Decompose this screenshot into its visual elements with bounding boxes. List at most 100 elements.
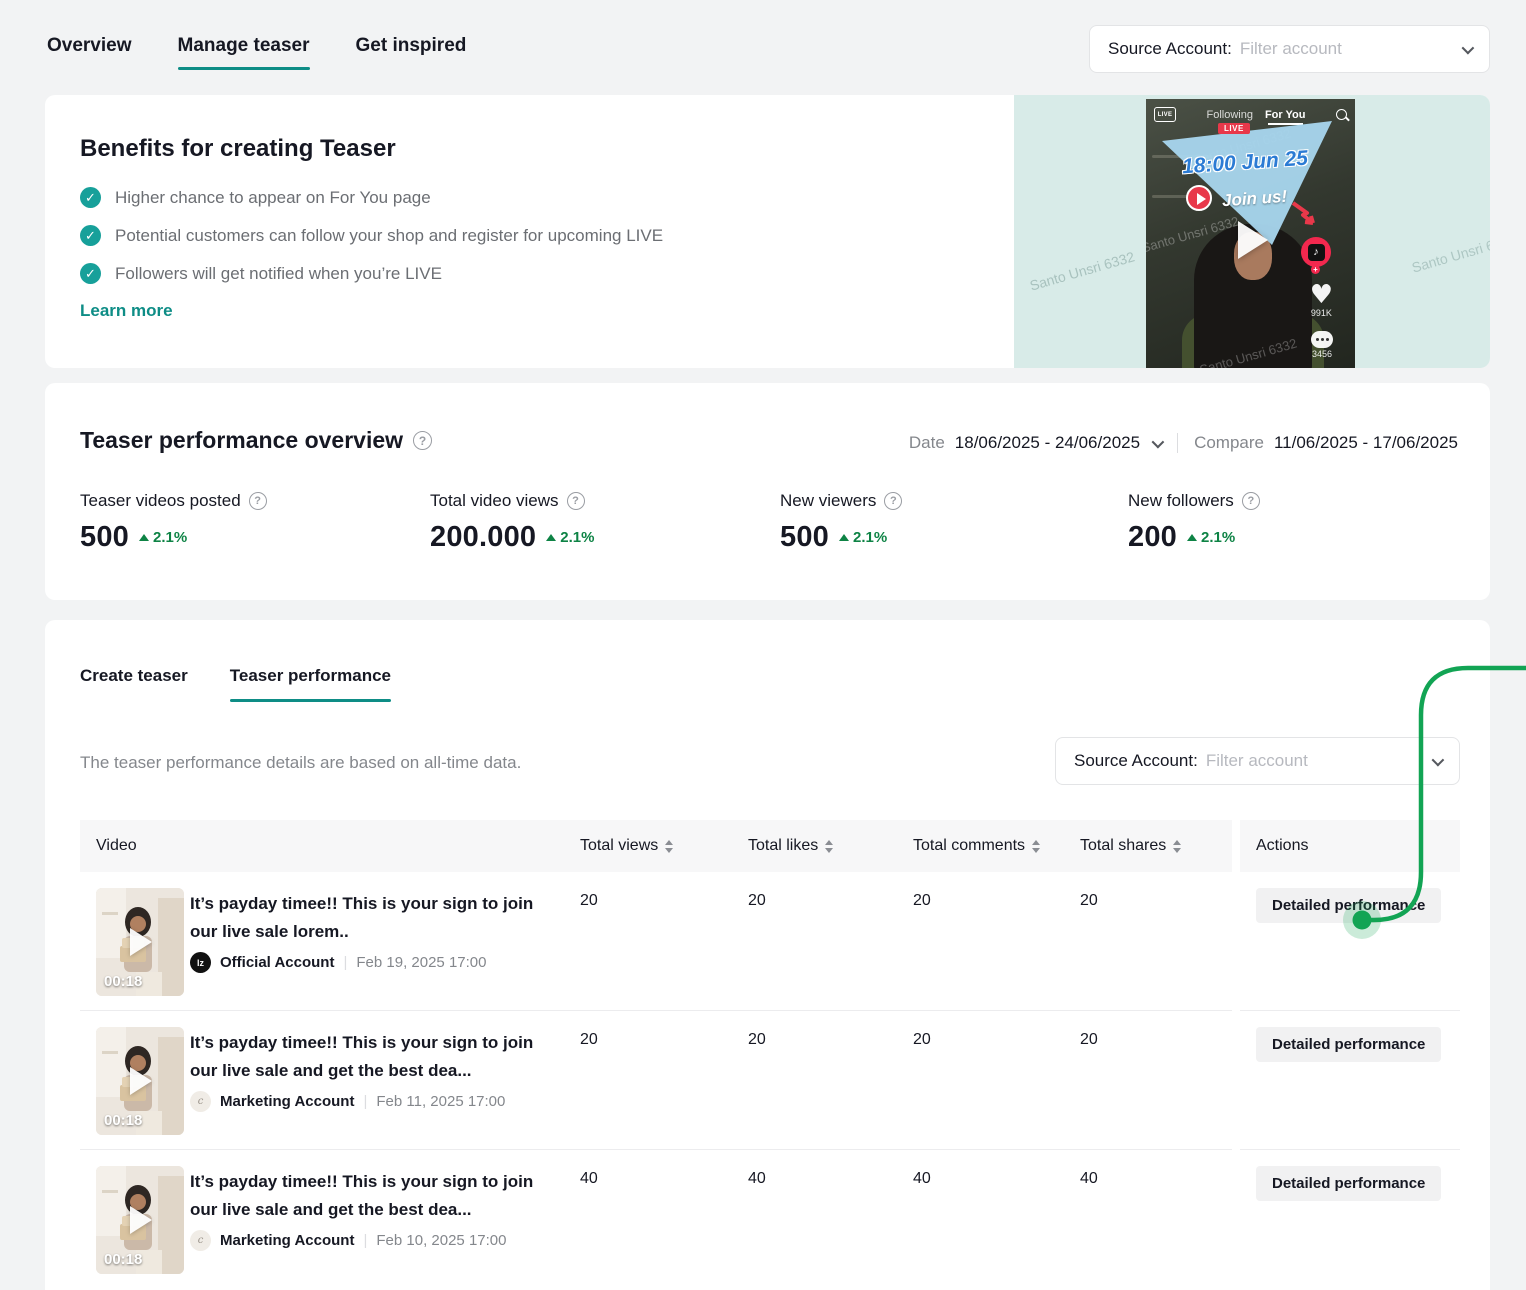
help-icon[interactable]: ? [884,492,903,510]
table-header-row: Video Total views Total likes Total comm… [80,820,1232,872]
date-label: Date [908,433,945,452]
account-avatar: lz [190,952,211,973]
play-icon[interactable] [1238,221,1268,259]
top-nav: Overview Manage teaser Get inspired [47,35,467,70]
video-title[interactable]: It’s payday timee!! This is your sign to… [190,1168,542,1224]
play-icon [130,1206,152,1234]
live-badge: LIVE [1218,123,1250,134]
actions-cell: Detailed performance [1240,1011,1460,1150]
heart-icon: ♥ [1309,280,1333,310]
source-account-select-top[interactable]: Source Account: Filter account [1089,25,1490,73]
learn-more-link[interactable]: Learn more [80,301,980,321]
like-count: 991K [1310,308,1332,318]
table-row: 00:18 It’s payday timee!! This is your s… [80,1150,1232,1289]
metrics-row: Teaser videos posted? 500 2.1% Total vid… [80,491,1460,571]
cell-total-shares: 20 [1080,892,1098,909]
video-title[interactable]: It’s payday timee!! This is your sign to… [190,890,542,946]
account-name: Marketing Account [220,1093,355,1110]
tiktok-logo-badge: ♪ [1301,237,1331,267]
teaser-table-card: Create teaser Teaser performance The tea… [45,620,1490,1290]
tab-create-teaser[interactable]: Create teaser [80,666,188,686]
cell-total-shares: 40 [1080,1170,1098,1187]
metric-teaser-videos-posted: Teaser videos posted? 500 2.1% [80,491,267,554]
chevron-down-icon [1461,41,1475,54]
date-range-value[interactable]: 18/06/2025 - 24/06/2025 [955,433,1140,453]
account-avatar: c [190,1091,211,1112]
comment-count: 3456 [1311,349,1333,359]
cell-total-comments: 20 [913,1031,931,1048]
divider [1177,433,1179,453]
detailed-performance-button[interactable]: Detailed performance [1256,1166,1442,1201]
metric-delta: 2.1% [853,529,888,546]
tab-overview[interactable]: Overview [47,35,132,57]
cell-total-likes: 20 [748,1031,766,1048]
compare-range-value: 11/06/2025 - 17/06/2025 [1273,433,1458,452]
comment-counter: 3456 [1311,331,1333,359]
watermark-text: Santo Unsri 6332 [1027,248,1137,294]
trend-up-icon [546,534,557,541]
metric-label: New viewers [780,491,877,510]
video-thumbnail[interactable]: 00:18 [96,1166,184,1274]
check-icon: ✓ [80,263,101,284]
source-account-placeholder: Filter account [1239,39,1342,58]
trend-up-icon [839,534,849,541]
sort-icon[interactable] [1032,839,1041,853]
metric-value: 200 [1128,521,1177,553]
table-note: The teaser performance details are based… [80,753,522,772]
tab-get-inspired[interactable]: Get inspired [356,35,467,57]
overview-title: Teaser performance overview [80,427,404,453]
header-total-likes: Total likes [748,837,819,854]
header-total-shares: Total shares [1080,837,1167,854]
detailed-performance-button[interactable]: Detailed performance [1256,1027,1442,1062]
metric-label: New followers [1128,491,1234,510]
source-account-select-table[interactable]: Source Account: Filter account [1055,737,1460,785]
metric-total-video-views: Total video views? 200.000 2.1% [430,491,594,554]
account-avatar: c [190,1230,211,1251]
play-icon-red [1186,185,1212,211]
post-date: Feb 11, 2025 17:00 [376,1093,506,1110]
video-duration: 00:18 [104,1251,143,1268]
video-duration: 00:18 [104,1112,143,1129]
account-name: Marketing Account [220,1232,355,1249]
metric-delta: 2.1% [1201,529,1236,546]
actions-header: Actions [1240,820,1460,872]
divider: | [343,954,348,971]
video-thumbnail[interactable]: 00:18 [96,888,184,996]
sort-icon[interactable] [825,839,834,853]
trend-up-icon [1187,534,1197,541]
help-icon[interactable]: ? [566,492,585,510]
chevron-down-icon[interactable] [1151,435,1165,448]
header-video: Video [96,837,137,854]
follow-plus-icon: + [1311,265,1320,274]
check-icon: ✓ [80,225,101,246]
panel-tabs: Create teaser Teaser performance [80,666,392,702]
check-icon: ✓ [80,187,101,208]
post-date: Feb 19, 2025 17:00 [356,954,487,971]
benefits-title: Benefits for creating Teaser [80,135,396,162]
trend-up-icon [139,534,149,541]
benefit-item: ✓ Followers will get notified when you’r… [80,263,980,284]
header-total-views: Total views [580,837,659,854]
tab-teaser-performance[interactable]: Teaser performance [229,666,392,702]
benefit-text: Potential customers can follow your shop… [115,225,664,245]
metric-new-followers: New followers? 200 2.1% [1128,491,1260,554]
actions-cell: Detailed performance [1240,872,1460,1011]
metric-value: 200.000 [430,521,537,553]
header-total-comments: Total comments [913,837,1026,854]
cell-total-comments: 40 [913,1170,931,1187]
teaser-video-preview[interactable]: Santo Unsri 6332 Santo Unsri 6332 Santo … [1146,99,1355,368]
metric-value: 500 [780,521,829,553]
sort-icon[interactable] [665,839,674,853]
cell-total-likes: 20 [748,892,766,909]
tab-manage-teaser[interactable]: Manage teaser [177,35,310,70]
help-icon[interactable]: ? [248,492,267,510]
video-thumbnail[interactable]: 00:18 [96,1027,184,1135]
help-icon[interactable]: ? [1241,492,1260,510]
sort-icon[interactable] [1173,839,1182,853]
detailed-performance-button[interactable]: Detailed performance [1256,888,1442,923]
cell-total-views: 20 [580,1031,598,1048]
post-date: Feb 10, 2025 17:00 [376,1232,507,1249]
video-title[interactable]: It’s payday timee!! This is your sign to… [190,1029,542,1085]
help-icon[interactable]: ? [413,431,433,450]
table-row: 00:18 It’s payday timee!! This is your s… [80,872,1232,1011]
